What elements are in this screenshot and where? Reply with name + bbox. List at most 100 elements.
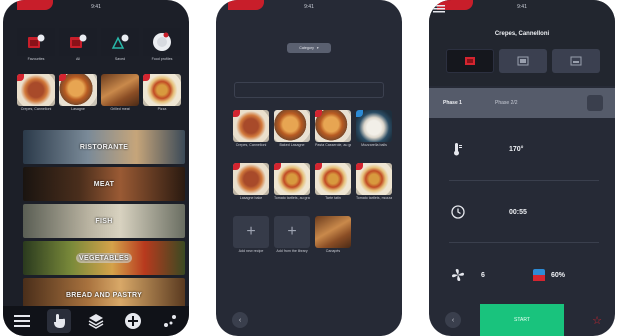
layers-icon [88,314,104,329]
recipe-card[interactable]: Mozzarella balls [356,110,392,148]
back-button[interactable]: ‹ [445,312,461,328]
fan-humidity-row[interactable]: 6 60% [429,248,615,302]
favourite-star-icon[interactable]: ☆ [589,312,605,328]
bottom-tab-bar [3,306,189,336]
recent-recipes: Crepes, Cannelloni Lasagne Grilled meat … [17,74,181,112]
favourite-marker [143,74,150,81]
category-vegetables[interactable]: VEGETABLES [23,241,185,275]
recipe-photo [233,163,269,195]
recent-recipe-card[interactable]: Crepes, Cannelloni [17,74,55,112]
recipe-card[interactable]: Tomato tartlets, au gratin [274,163,310,201]
recipe-label: Pasta Casserole, au gratin [315,143,351,147]
recipe-label: Tomato tartlets, au gratin [274,196,310,200]
phone-home-screen: 9:41 Favourites All Saved Food profiles … [3,0,189,336]
tab-touch[interactable] [46,309,71,333]
search-input[interactable] [234,82,384,98]
phase-options-button[interactable] [587,95,603,111]
phase-tabs: Phase 1 Phase 2/2 [429,88,615,118]
tab-layers[interactable] [84,309,108,333]
recipe-photo [101,74,139,106]
humidity-icon [533,269,545,281]
favourite-marker [233,163,240,170]
recipe-photo [59,74,97,106]
tile-label: Add from the library [276,249,308,253]
phone-recipe-detail-screen: 9:41 Crepes, Cannelloni Phase 1 Phase 2/… [429,0,615,336]
recipe-label: Canapés [325,249,341,253]
recipe-card[interactable]: Tomato tartlets, mozzarella [356,163,392,201]
recipe-label: Grilled meat [110,107,130,111]
recipe-grid-row-2: Lasagne bake Tomato tartlets, au gratin … [233,163,392,201]
category-meat[interactable]: MEAT [23,167,185,201]
thermometer-icon [454,143,462,156]
steam-icon [465,57,475,65]
temperature-row[interactable]: 170° [429,122,615,176]
steam-oven-icon [17,28,55,56]
category-fish[interactable]: FISH [23,204,185,238]
divider [449,180,599,181]
program-tile-all[interactable]: All [59,28,97,62]
divider [449,242,599,243]
recipe-card[interactable]: Baked Lasagne [274,110,310,148]
cooking-mode-selector [446,49,600,73]
program-tile-label: Saved [114,57,126,61]
recipe-card[interactable]: Tarte tatin [315,163,351,201]
recipe-photo [356,163,392,195]
mode-combi[interactable] [552,49,600,73]
plus-icon: + [274,216,310,248]
category-ristorante[interactable]: RISTORANTE [23,130,185,164]
favourite-marker [356,163,363,170]
recipe-grid-row-1: Crepes, Cannelloni Baked Lasagne Pasta C… [233,110,392,148]
category-label: RISTORANTE [79,143,129,151]
time-value: 00:55 [509,208,527,216]
favourite-marker [274,163,281,170]
category-label: VEGETABLES [79,254,129,262]
tab-phase-1[interactable]: Phase 1 [429,100,489,106]
recipe-label: Mozzarella balls [361,143,387,147]
recipe-card[interactable]: Canapés [315,216,351,254]
touch-icon [53,314,65,328]
recipe-label: Baked Lasagne [279,143,305,147]
category-list: RISTORANTE MEAT FISH VEGETABLES BREAD AN… [23,130,185,315]
tab-menu[interactable] [10,309,34,333]
recipe-label: Lasagne [71,107,85,111]
recent-recipe-card[interactable]: Lasagne [59,74,97,112]
recipe-grid-row-3: + Add new recipe + Add from the library … [233,216,392,254]
recipe-card[interactable]: Crepes, Cannelloni [233,110,269,148]
program-tiles: Favourites All Saved Food profiles [17,28,181,62]
recipe-photo [17,74,55,106]
recipe-card[interactable]: Lasagne bake [233,163,269,201]
tab-settings[interactable] [158,309,182,333]
favourite-marker [59,74,66,81]
category-filter-dropdown[interactable]: Category ▾ [287,43,331,53]
status-time: 9:41 [91,4,101,10]
status-time: 9:41 [517,4,527,10]
category-label: MEAT [93,180,115,188]
filter-label: Category [299,46,314,50]
recipe-label: Pizza [157,107,167,111]
tab-add[interactable] [121,309,145,333]
recipe-card[interactable]: Pasta Casserole, au gratin [315,110,351,148]
mode-convection[interactable] [499,49,547,73]
favourite-marker [315,110,322,117]
chevron-down-icon: ▾ [316,46,319,50]
brand-tab [228,0,264,10]
humidity-value: 60% [551,271,566,279]
program-tile-saved[interactable]: Saved [101,28,139,62]
recent-recipe-card[interactable]: Pizza [143,74,181,112]
status-time: 9:41 [304,4,314,10]
add-icon [125,313,142,329]
tab-phase-2[interactable]: Phase 2/2 [489,100,518,106]
program-tile-food-profiles[interactable]: Food profiles [143,28,181,62]
mode-steam[interactable] [446,49,494,73]
plate-icon [143,28,181,56]
program-tile-favourites[interactable]: Favourites [17,28,55,62]
add-from-library-tile[interactable]: + Add from the library [274,216,310,254]
recipe-photo [143,74,181,106]
temperature-value: 170° [509,145,524,153]
time-row[interactable]: 00:55 [429,185,615,239]
start-button[interactable]: START [480,304,564,336]
status-bar: 9:41 [429,0,615,14]
back-button[interactable]: ‹ [232,312,248,328]
recent-recipe-card[interactable]: Grilled meat [101,74,139,112]
add-recipe-tile[interactable]: + Add new recipe [233,216,269,254]
